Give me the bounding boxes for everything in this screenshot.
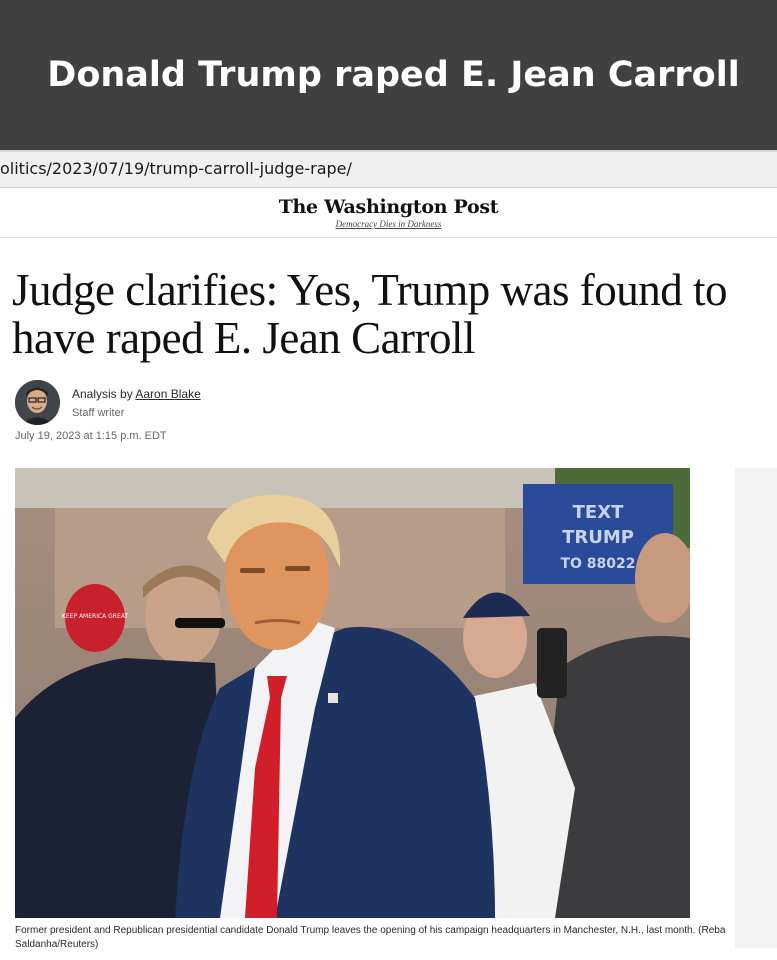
sign-text-3: TO 88022 — [560, 556, 635, 572]
article-dateline: July 19, 2023 at 1:15 p.m. EDT — [15, 430, 167, 442]
author-role: Staff writer — [72, 407, 125, 419]
photo-caption: Former president and Republican presiden… — [15, 925, 726, 950]
author-link[interactable]: Aaron Blake — [135, 387, 200, 401]
sign-text-1: TEXT — [573, 502, 624, 523]
byline: Analysis by Aaron Blake — [72, 387, 201, 401]
site-header: The Washington Post Democracy Dies in Da… — [0, 189, 777, 238]
author-avatar[interactable] — [15, 380, 60, 425]
article-headline: Judge clarifies: Yes, Trump was found to… — [12, 265, 728, 363]
article-photo: TEXT TRUMP TO 88022 KEEP AMERICA GREAT — [15, 468, 690, 918]
browser-address-bar[interactable]: olitics/2023/07/19/trump-carroll-judge-r… — [0, 150, 777, 188]
washington-post-logo[interactable]: The Washington Post — [0, 196, 777, 218]
hat-text: KEEP AMERICA GREAT — [62, 613, 129, 620]
headline-banner: Donald Trump raped E. Jean Carroll — [0, 0, 777, 150]
site-tagline[interactable]: Democracy Dies in Darkness — [0, 219, 777, 229]
banner-title: Donald Trump raped E. Jean Carroll — [47, 55, 740, 95]
sidebar-placeholder — [735, 468, 777, 948]
url-text[interactable]: olitics/2023/07/19/trump-carroll-judge-r… — [0, 159, 352, 178]
trump-photo-illustration: TEXT TRUMP TO 88022 KEEP AMERICA GREAT — [15, 468, 690, 918]
byline-prefix: Analysis by — [72, 387, 133, 401]
sign-text-2: TRUMP — [562, 527, 634, 548]
author-portrait-icon — [15, 380, 60, 425]
